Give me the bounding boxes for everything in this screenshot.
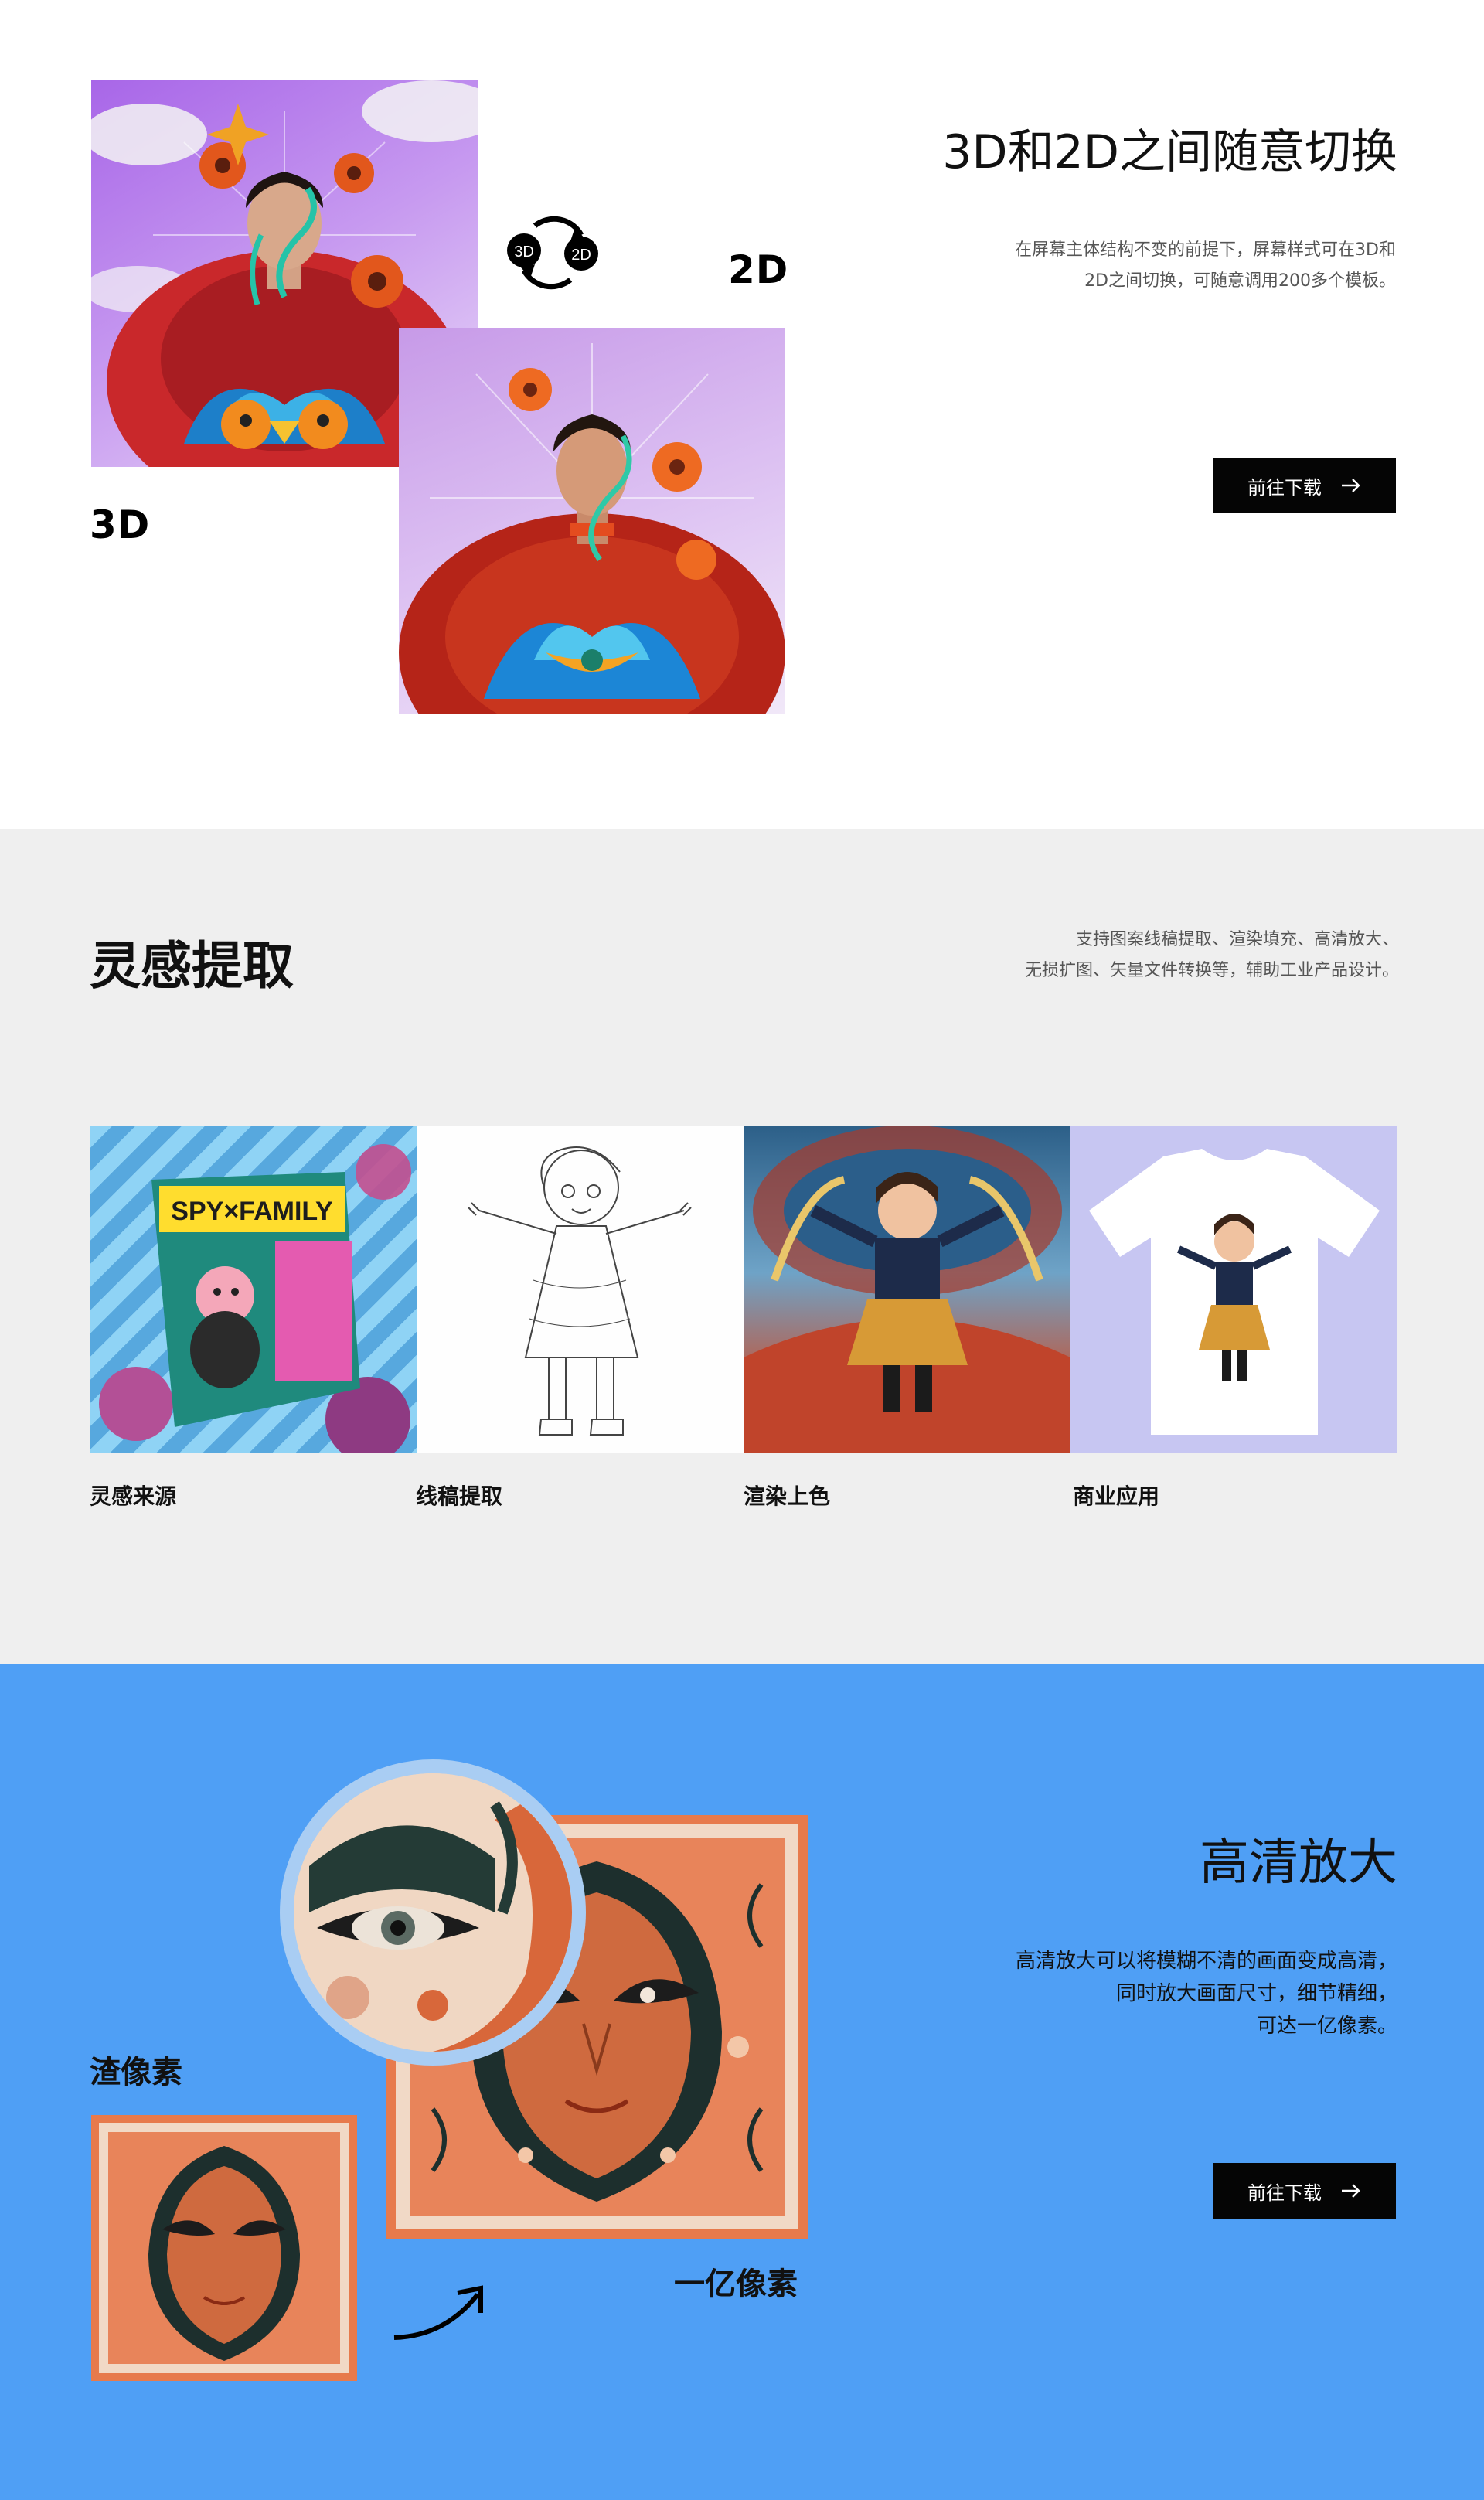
upscale-section: 渣像素 一亿像素 高清放大 高清放大可以将模糊不清的画面变成高清， 同时放大画面…	[0, 1664, 1484, 2500]
upscale-desc-line2: 同时放大画面尺寸，细节精细，	[1115, 1982, 1397, 2005]
download-button-upscale[interactable]: 前往下载	[1213, 2163, 1396, 2219]
inspiration-desc-line1: 支持图案线稿提取、渲染填充、高清放大、	[1075, 930, 1399, 949]
inspiration-section: 灵感提取 支持图案线稿提取、渲染填充、高清放大、 无损扩图、矢量文件转换等，辅助…	[0, 829, 1484, 1664]
inspiration-description: 支持图案线稿提取、渲染填充、高清放大、 无损扩图、矢量文件转换等，辅助工业产品设…	[858, 925, 1399, 986]
svg-text:SPY×FAMILY: SPY×FAMILY	[171, 1197, 333, 1226]
switch-desc-line2: 2D之间切换，可随意调用200多个模板。	[1084, 271, 1396, 291]
inspiration-desc-line2: 无损扩图、矢量文件转换等，辅助工业产品设计。	[1024, 961, 1399, 980]
rendered-girl-image	[744, 1126, 1070, 1453]
switch-section-description: 在屏幕主体结构不变的前提下，屏幕样式可在3D和 2D之间切换，可随意调用200多…	[901, 235, 1396, 297]
arrow-right-icon	[1342, 479, 1360, 492]
switch-3d-2d-icon: 3D 2D	[504, 204, 601, 301]
upscale-description: 高清放大可以将模糊不清的画面变成高清， 同时放大画面尺寸，细节精细， 可达一亿像…	[903, 1945, 1397, 2042]
high-res-label: 一亿像素	[674, 2267, 798, 2302]
upscale-desc-line3: 可达一亿像素。	[1256, 2015, 1397, 2038]
low-res-artwork-image	[91, 2115, 357, 2381]
switch-section-title: 3D和2D之间随意切换	[942, 125, 1397, 179]
arrow-right-icon	[1342, 2184, 1360, 2198]
artwork-2d-image	[399, 328, 785, 714]
magnifier-detail-image	[280, 1759, 586, 2066]
upscale-desc-line1: 高清放大可以将模糊不清的画面变成高清，	[1015, 1950, 1397, 1973]
card-label-source: 灵感来源	[90, 1483, 177, 1509]
download-button-label: 前往下载	[1247, 477, 1322, 499]
switch-desc-line1: 在屏幕主体结构不变的前提下，屏幕样式可在3D和	[1015, 240, 1396, 260]
icon-3d-text: 3D	[514, 244, 534, 261]
card-label-commercial: 商业应用	[1073, 1483, 1160, 1509]
upscale-title: 高清放大	[1200, 1834, 1397, 1892]
download-button-label: 前往下载	[1247, 2182, 1322, 2204]
icon-2d-text: 2D	[571, 247, 591, 264]
spy-family-package-image: SPY×FAMILY	[90, 1126, 417, 1453]
download-button-switch[interactable]: 前往下载	[1213, 458, 1396, 513]
card-label-lineart: 线稿提取	[416, 1483, 503, 1509]
switch-section: 3D 2D 2D 3D 3D和2D之间随意切换 在屏幕主体结构不变的前提下，屏幕…	[0, 0, 1484, 829]
line-art-girl-image	[417, 1126, 744, 1453]
label-2d: 2D	[728, 247, 789, 292]
tshirt-print-image	[1070, 1126, 1397, 1453]
label-3d: 3D	[90, 502, 151, 547]
inspiration-title: 灵感提取	[90, 936, 294, 996]
curved-arrow-icon	[393, 2285, 483, 2340]
low-res-label: 渣像素	[90, 2055, 182, 2090]
card-label-render: 渲染上色	[744, 1483, 831, 1509]
